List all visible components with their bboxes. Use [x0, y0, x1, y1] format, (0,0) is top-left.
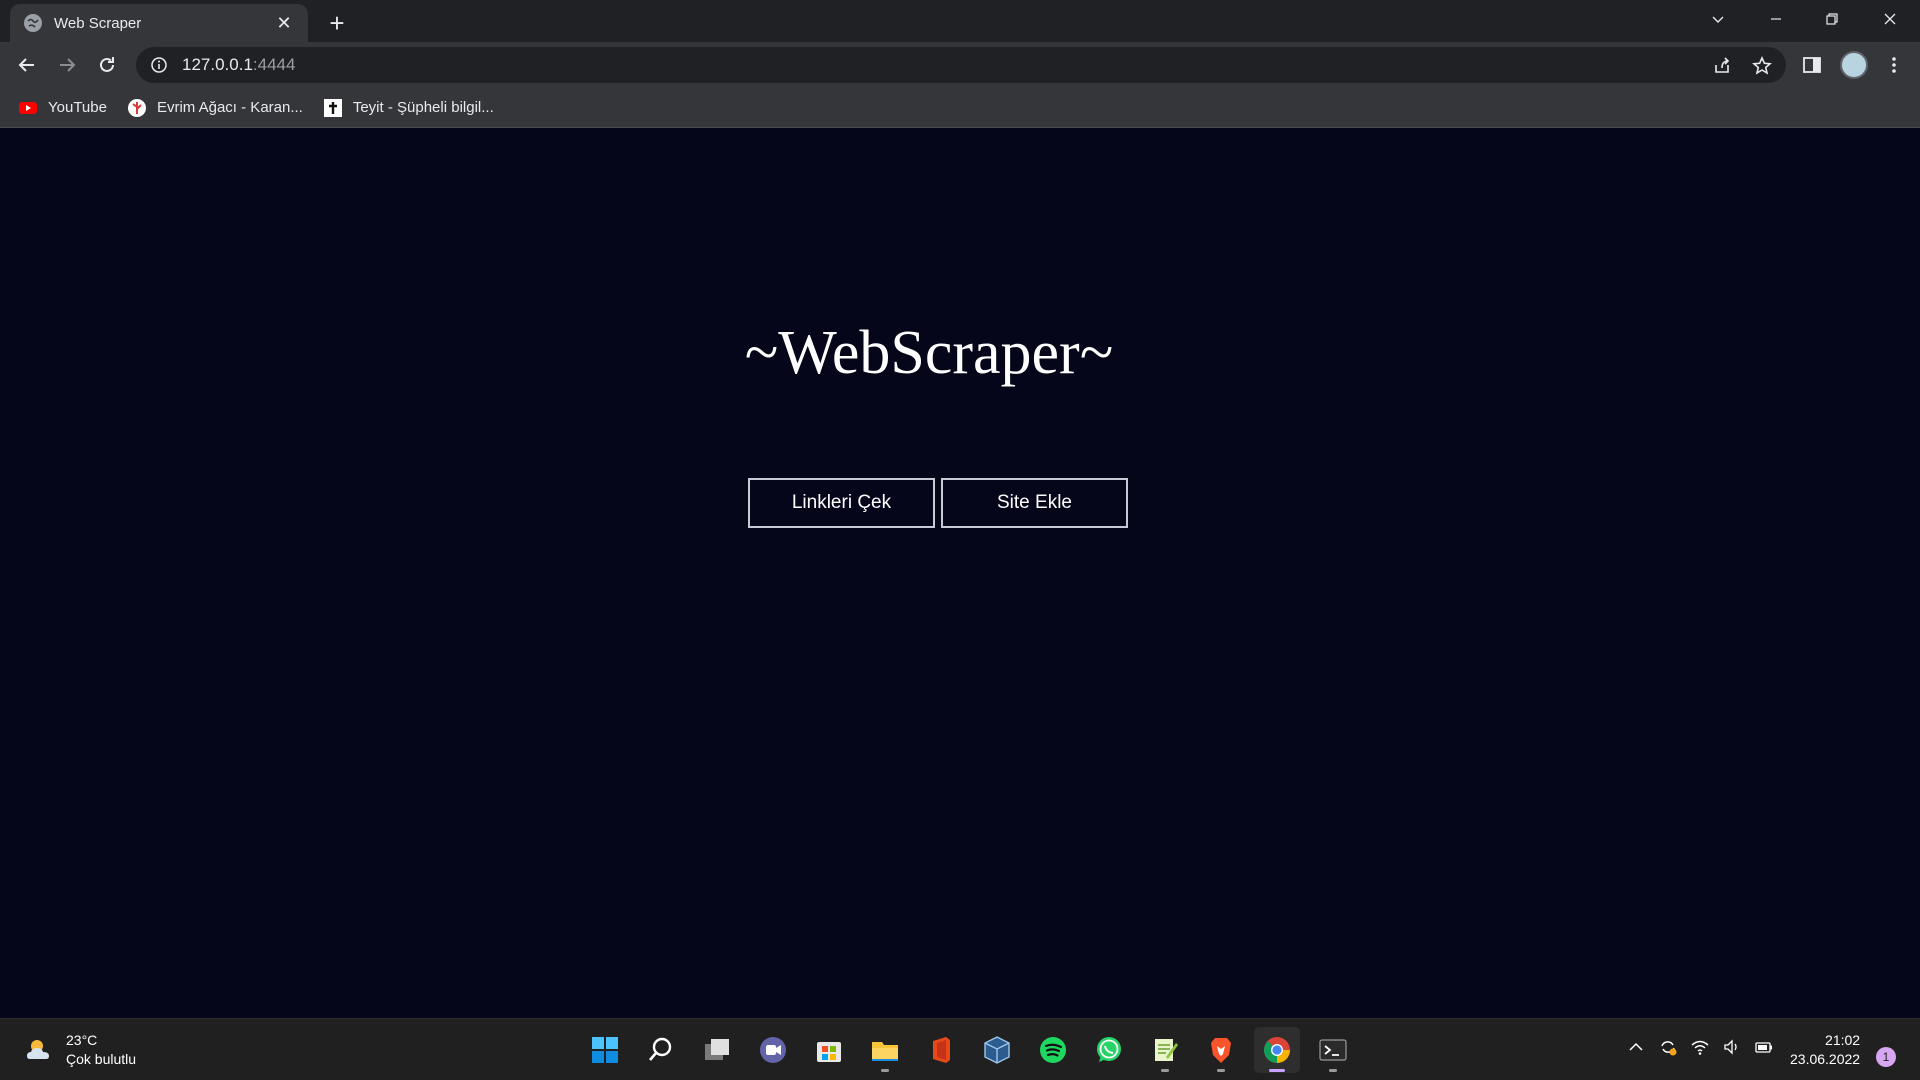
sync-icon[interactable] — [1658, 1037, 1678, 1057]
weather-desc: Çok bulutlu — [66, 1051, 137, 1067]
notepadpp-icon[interactable] — [1142, 1027, 1188, 1073]
page-title: ~WebScraper~ — [744, 319, 1114, 387]
minimize-icon[interactable] — [1748, 0, 1804, 38]
add-site-button[interactable]: Site Ekle — [941, 478, 1128, 528]
search-icon[interactable] — [638, 1027, 684, 1073]
bookmark-label: Teyit - Şüpheli bilgil... — [352, 99, 494, 116]
tab-close-icon[interactable]: ✕ — [274, 13, 294, 33]
bookmark-star-icon[interactable] — [1752, 56, 1772, 76]
running-indicator — [1217, 1069, 1225, 1072]
chrome-icon[interactable] — [1254, 1027, 1300, 1073]
system-tray — [1626, 1037, 1774, 1057]
bookmarks-bar: YouTube Evrim Ağacı - Karan... Teyit - Ş… — [0, 88, 1920, 128]
info-icon[interactable] — [150, 56, 168, 74]
side-panel-icon[interactable] — [1800, 53, 1824, 77]
new-tab-icon[interactable]: + — [322, 8, 352, 38]
cloudy-weather-icon — [27, 1040, 49, 1059]
tab-title: Web Scraper — [54, 14, 142, 32]
clock-time: 21:02 — [1825, 1032, 1861, 1048]
teams-chat-icon[interactable] — [750, 1027, 796, 1073]
menu-kebab-icon[interactable] — [1882, 53, 1906, 77]
spotify-icon[interactable] — [1030, 1027, 1076, 1073]
forward-icon[interactable] — [51, 49, 83, 81]
globe-icon — [24, 14, 42, 32]
share-icon[interactable] — [1712, 56, 1732, 76]
profile-avatar[interactable] — [1840, 51, 1868, 79]
taskbar-clock[interactable]: 21:02 23.06.2022 — [1790, 1031, 1860, 1069]
whatsapp-icon[interactable] — [1086, 1027, 1132, 1073]
evrim-agaci-icon — [127, 98, 147, 118]
close-window-icon[interactable] — [1862, 0, 1918, 38]
bookmark-label: Evrim Ağacı - Karan... — [156, 99, 303, 116]
address-bar[interactable]: 127.0.0.1:4444 — [136, 47, 1786, 83]
bookmark-teyit[interactable]: Teyit - Şüpheli bilgil... — [323, 98, 494, 118]
bookmark-youtube[interactable]: YouTube — [18, 98, 107, 118]
reload-icon[interactable] — [91, 49, 123, 81]
store-icon[interactable] — [806, 1027, 852, 1073]
action-buttons: Linkleri Çek Site Ekle — [748, 478, 1128, 528]
notification-badge[interactable]: 1 — [1876, 1047, 1896, 1067]
running-indicator — [881, 1069, 889, 1072]
office-icon[interactable] — [918, 1027, 964, 1073]
back-icon[interactable] — [11, 49, 43, 81]
clock-date: 23.06.2022 — [1790, 1051, 1861, 1067]
tab-search-chevron-icon[interactable] — [1690, 0, 1746, 38]
youtube-icon — [18, 98, 38, 118]
tab-strip: Web Scraper ✕ + — [0, 0, 1920, 42]
file-explorer-icon[interactable] — [862, 1027, 908, 1073]
brave-icon[interactable] — [1198, 1027, 1244, 1073]
chevron-up-icon[interactable] — [1626, 1037, 1646, 1057]
windows-start-icon[interactable] — [582, 1027, 628, 1073]
running-indicator — [1329, 1069, 1337, 1072]
running-indicator — [1161, 1069, 1169, 1072]
bookmark-label: YouTube — [48, 99, 107, 116]
windows-taskbar: 23°C Çok bulutlu 21:02 23.06.2022 1 — [0, 1018, 1920, 1080]
bookmark-evrim-agaci[interactable]: Evrim Ağacı - Karan... — [127, 98, 303, 118]
virtualbox-icon[interactable] — [974, 1027, 1020, 1073]
fetch-links-button[interactable]: Linkleri Çek — [748, 478, 935, 528]
weather-widget[interactable]: 23°C Çok bulutlu — [24, 1031, 136, 1069]
battery-icon[interactable] — [1754, 1037, 1774, 1057]
tab-web-scraper[interactable]: Web Scraper ✕ — [10, 4, 308, 42]
teyit-icon — [323, 98, 343, 118]
restore-icon[interactable] — [1804, 0, 1860, 38]
browser-toolbar: 127.0.0.1:4444 — [0, 42, 1920, 88]
task-view-icon[interactable] — [694, 1027, 740, 1073]
active-indicator — [1269, 1069, 1285, 1072]
taskbar-apps — [582, 1027, 1356, 1073]
volume-icon[interactable] — [1722, 1037, 1742, 1057]
url-host: 127.0.0.1 — [182, 55, 253, 74]
weather-temp: 23°C — [66, 1032, 98, 1048]
wifi-icon[interactable] — [1690, 1037, 1710, 1057]
page-content: ~WebScraper~ Linkleri Çek Site Ekle — [0, 128, 1920, 1018]
url-port: :4444 — [252, 55, 296, 74]
terminal-icon[interactable] — [1310, 1027, 1356, 1073]
